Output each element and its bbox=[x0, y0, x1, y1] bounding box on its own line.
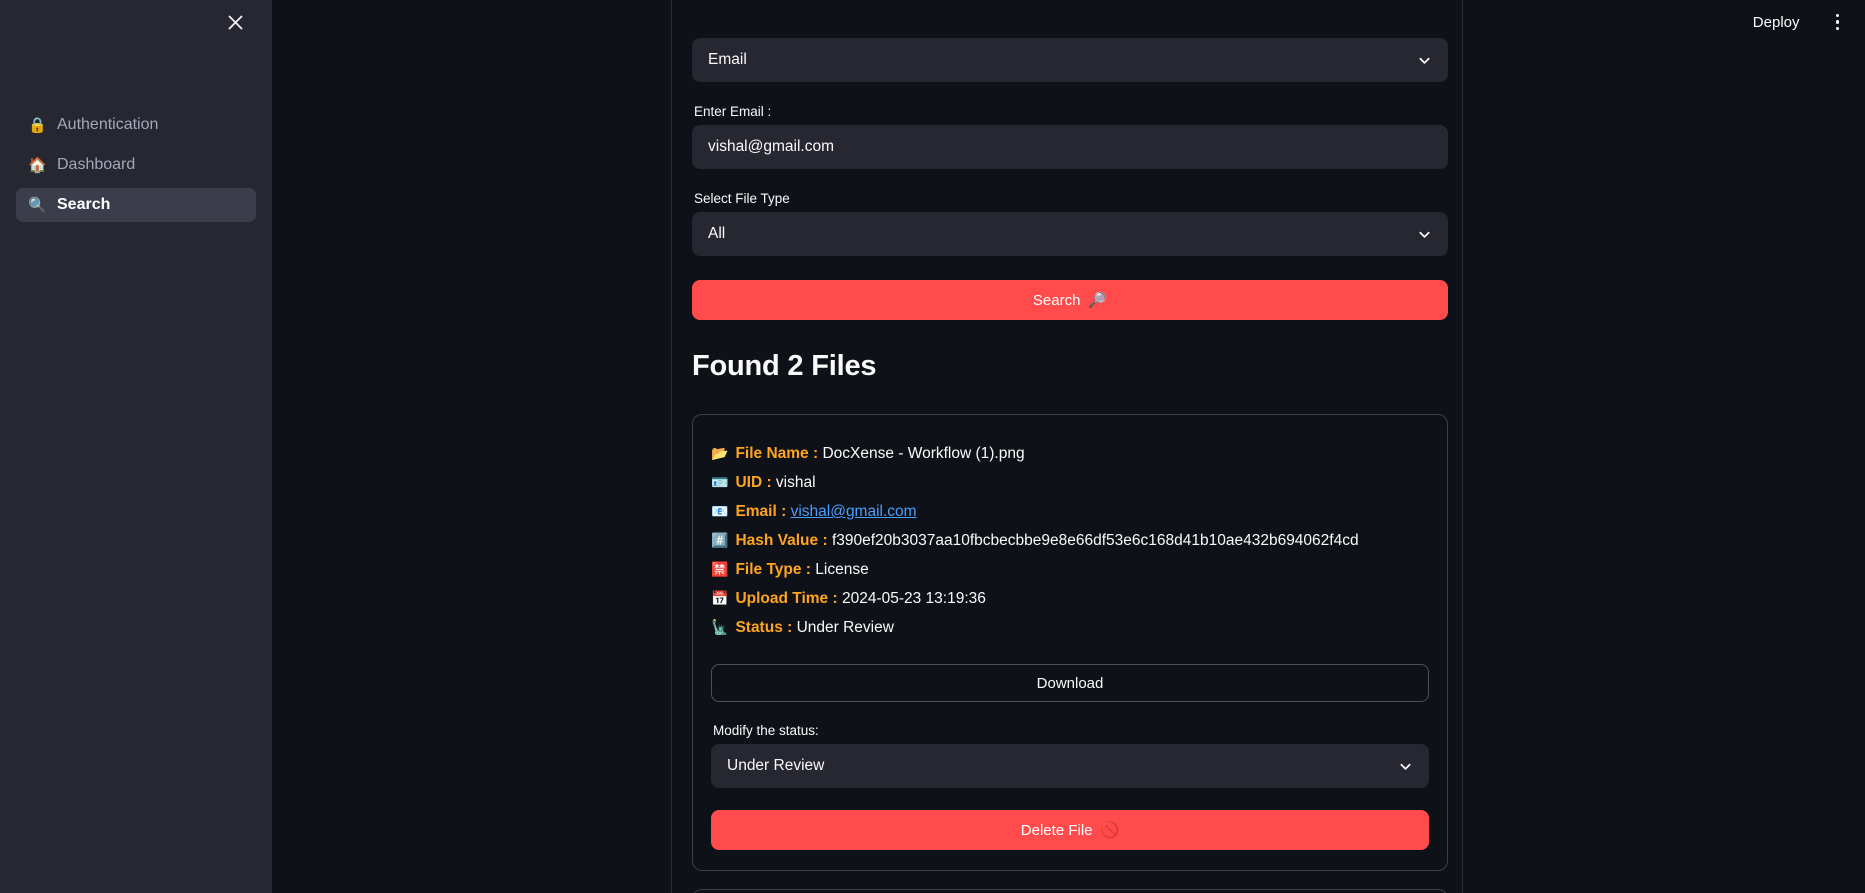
file-result-card: 📂 File Name : DocXense - Workflow (1).png… bbox=[692, 414, 1448, 871]
status-icon: 🗽 bbox=[711, 619, 729, 635]
status-select-value: Under Review bbox=[727, 757, 825, 774]
search-button-label: Search bbox=[1032, 291, 1081, 309]
sidebar-item-search[interactable]: 🔍 Search bbox=[16, 188, 256, 222]
search-by-select[interactable]: Email bbox=[692, 38, 1448, 82]
id-card-icon: 🪪 bbox=[711, 474, 729, 490]
sidebar-item-authentication[interactable]: 🔒 Authentication bbox=[16, 108, 256, 142]
kebab-menu-icon[interactable] bbox=[1830, 10, 1846, 35]
topbar: Deploy bbox=[1745, 0, 1865, 44]
delete-file-button[interactable]: Delete File 🚫 bbox=[711, 810, 1429, 850]
email-key: Email : bbox=[735, 503, 787, 520]
content-inner: Email Enter Email : Select File Type All bbox=[692, 0, 1448, 893]
prohibited-icon: 🚫 bbox=[1100, 822, 1120, 839]
sidebar-item-label: Search bbox=[57, 196, 111, 213]
sidebar-item-label: Dashboard bbox=[57, 156, 136, 173]
file-type-row: 🈲 File Type : License bbox=[711, 555, 1429, 584]
sidebar: 🔒 Authentication 🏠 Dashboard 🔍 Search bbox=[0, 0, 272, 893]
magnifier-icon: 🔍 bbox=[28, 196, 47, 214]
modify-status-label: Modify the status: bbox=[713, 723, 819, 738]
download-button[interactable]: Download bbox=[711, 664, 1429, 702]
folder-icon: 📂 bbox=[711, 445, 729, 461]
main-area: Deploy Email Enter Email : Se bbox=[272, 0, 1865, 893]
file-name-row: 📂 File Name : DocXense - Workflow (1).png bbox=[711, 439, 1429, 468]
hash-value-value: f390ef20b3037aa10fbcbecbbe9e8e66df53e6c1… bbox=[831, 532, 1359, 549]
file-type-icon: 🈲 bbox=[711, 561, 729, 577]
upload-time-key: Upload Time : bbox=[735, 590, 838, 607]
file-type-value: License bbox=[815, 561, 869, 578]
upload-time-row: 📅 Upload Time : 2024-05-23 13:19:36 bbox=[711, 584, 1429, 613]
calendar-icon: 📅 bbox=[711, 590, 729, 606]
uid-key: UID : bbox=[735, 474, 772, 491]
sidebar-item-dashboard[interactable]: 🏠 Dashboard bbox=[16, 148, 256, 182]
email-input[interactable] bbox=[692, 125, 1448, 169]
lock-icon: 🔒 bbox=[28, 116, 47, 134]
hash-value-key: Hash Value : bbox=[735, 532, 828, 549]
file-name-value: DocXense - Workflow (1).png bbox=[822, 445, 1025, 462]
file-type-select[interactable]: All bbox=[692, 212, 1448, 256]
delete-file-label: Delete File bbox=[1020, 821, 1093, 839]
chevron-down-icon bbox=[1398, 759, 1413, 774]
uid-value: vishal bbox=[775, 474, 816, 491]
content-column: Email Enter Email : Select File Type All bbox=[671, 0, 1463, 893]
results-heading: Found 2 Files bbox=[692, 350, 877, 382]
search-button[interactable]: Search 🔎 bbox=[692, 280, 1448, 320]
deploy-button[interactable]: Deploy bbox=[1745, 10, 1808, 35]
search-by-select-value: Email bbox=[708, 51, 747, 68]
hash-icon: #️⃣ bbox=[711, 532, 729, 548]
file-name-key: File Name : bbox=[735, 445, 819, 462]
house-icon: 🏠 bbox=[28, 156, 47, 174]
email-value-link[interactable]: vishal@gmail.com bbox=[791, 503, 917, 520]
file-result-card-next bbox=[692, 889, 1448, 893]
status-row: 🗽 Status : Under Review bbox=[711, 613, 1429, 642]
status-key: Status : bbox=[735, 619, 793, 636]
email-row: 📧 Email : vishal@gmail.com bbox=[711, 497, 1429, 526]
file-type-select-value: All bbox=[708, 225, 726, 242]
chevron-down-icon bbox=[1417, 227, 1432, 242]
chevron-down-icon bbox=[1417, 53, 1432, 68]
magnifier-icon: 🔎 bbox=[1088, 292, 1108, 309]
upload-time-value: 2024-05-23 13:19:36 bbox=[841, 590, 986, 607]
file-type-label: Select File Type bbox=[694, 191, 790, 206]
hash-value-row: #️⃣ Hash Value : f390ef20b3037aa10fbcbecb… bbox=[711, 526, 1429, 555]
close-icon[interactable] bbox=[222, 9, 248, 35]
uid-row: 🪪 UID : vishal bbox=[711, 468, 1429, 497]
email-label: Enter Email : bbox=[694, 104, 772, 119]
sidebar-item-label: Authentication bbox=[57, 116, 159, 133]
sidebar-nav: 🔒 Authentication 🏠 Dashboard 🔍 Search bbox=[0, 108, 272, 222]
file-type-key: File Type : bbox=[735, 561, 811, 578]
envelope-icon: 📧 bbox=[711, 503, 729, 519]
status-value: Under Review bbox=[796, 619, 894, 636]
status-select[interactable]: Under Review bbox=[711, 744, 1429, 788]
app-root: 🔒 Authentication 🏠 Dashboard 🔍 Search De… bbox=[0, 0, 1865, 893]
sidebar-header bbox=[0, 0, 272, 44]
